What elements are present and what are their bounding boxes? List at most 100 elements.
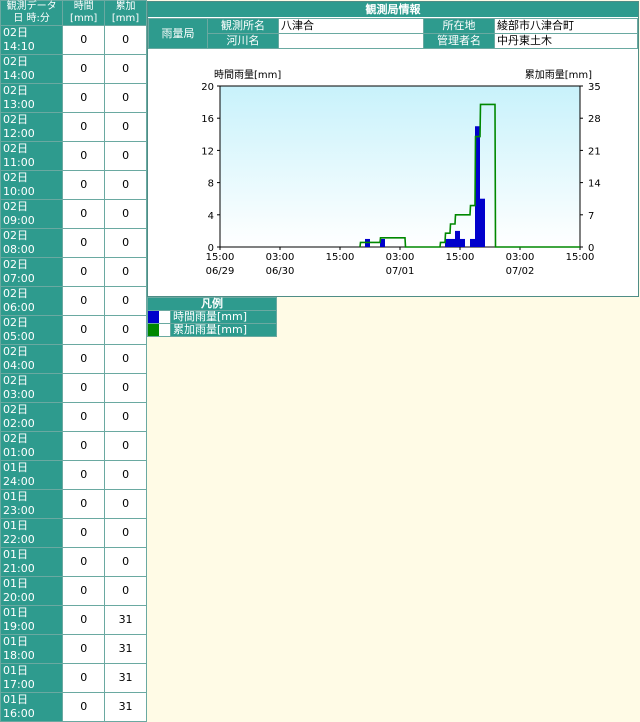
y-left-tick-label: 20 bbox=[201, 82, 214, 93]
row-datetime: 02日 08:00 bbox=[0, 228, 64, 258]
table-row: 02日 14:10 0 0 bbox=[0, 25, 147, 55]
row-datetime: 02日 06:00 bbox=[0, 286, 64, 316]
row-datetime: 02日 07:00 bbox=[0, 257, 64, 287]
row-cumulative: 0 bbox=[104, 315, 147, 345]
row-hourly: 0 bbox=[62, 286, 106, 316]
legend-label-cumulative: 累加雨量[mm] bbox=[170, 323, 277, 337]
row-cumulative: 0 bbox=[104, 170, 147, 200]
row-datetime: 02日 05:00 bbox=[0, 315, 64, 345]
y-left-axis-label: 時間雨量[mm] bbox=[214, 69, 281, 81]
row-cumulative: 0 bbox=[104, 199, 147, 229]
river-name bbox=[278, 33, 424, 49]
hourly-rain-bar bbox=[470, 238, 475, 247]
table-row: 01日 18:00 0 31 bbox=[0, 634, 147, 664]
row-hourly: 0 bbox=[62, 112, 106, 142]
row-datetime: 02日 14:10 bbox=[0, 25, 64, 55]
station-info-panel: 観測局情報 雨量局 観測所名 八津合 所在地 綾部市八津合町 河川名 管理者名 … bbox=[147, 1, 639, 297]
table-row: 01日 24:00 0 0 bbox=[0, 460, 147, 490]
row-hourly: 0 bbox=[62, 83, 106, 113]
table-header-row: 観測データ 日 時:分 時間 [mm] 累加 [mm] bbox=[0, 0, 147, 26]
panel-title: 観測局情報 bbox=[148, 2, 638, 17]
row-hourly: 0 bbox=[62, 489, 106, 519]
station-name: 八津合 bbox=[278, 18, 424, 34]
legend-swatch-cumulative bbox=[147, 323, 171, 337]
table-row: 02日 05:00 0 0 bbox=[0, 315, 147, 345]
row-hourly: 0 bbox=[62, 460, 106, 490]
y-left-tick-label: 8 bbox=[208, 179, 214, 190]
row-cumulative: 0 bbox=[104, 141, 147, 171]
row-hourly: 0 bbox=[62, 170, 106, 200]
legend: 凡例 時間雨量[mm] 累加雨量[mm] bbox=[147, 297, 277, 337]
row-hourly: 0 bbox=[62, 547, 106, 577]
x-tick-date-label: 07/02 bbox=[506, 266, 535, 277]
hourly-rain-bar bbox=[460, 238, 465, 247]
row-datetime: 01日 23:00 bbox=[0, 489, 64, 519]
row-cumulative: 0 bbox=[104, 489, 147, 519]
label-location: 所在地 bbox=[423, 18, 495, 34]
y-right-axis-label: 累加雨量[mm] bbox=[525, 69, 592, 81]
row-datetime: 01日 21:00 bbox=[0, 547, 64, 577]
x-tick-label: 03:00 bbox=[506, 252, 535, 263]
y-right-tick-label: 14 bbox=[588, 179, 601, 190]
table-row: 01日 20:00 0 0 bbox=[0, 576, 147, 606]
station-info-table: 雨量局 観測所名 八津合 所在地 綾部市八津合町 河川名 管理者名 中丹東土木 bbox=[148, 18, 638, 49]
table-row: 02日 06:00 0 0 bbox=[0, 286, 147, 316]
row-datetime: 02日 03:00 bbox=[0, 373, 64, 403]
manager: 中丹東土木 bbox=[494, 33, 638, 49]
row-cumulative: 0 bbox=[104, 257, 147, 287]
row-cumulative: 0 bbox=[104, 344, 147, 374]
hourly-rain-bar bbox=[480, 198, 485, 247]
header-hourly: 時間 [mm] bbox=[62, 0, 106, 26]
label-river: 河川名 bbox=[207, 33, 279, 49]
y-left-tick-label: 12 bbox=[201, 146, 214, 157]
table-row: 02日 12:00 0 0 bbox=[0, 112, 147, 142]
row-cumulative: 0 bbox=[104, 228, 147, 258]
x-tick-label: 15:00 bbox=[326, 252, 355, 263]
row-hourly: 0 bbox=[62, 692, 106, 722]
row-cumulative: 0 bbox=[104, 431, 147, 461]
row-hourly: 0 bbox=[62, 344, 106, 374]
row-hourly: 0 bbox=[62, 634, 106, 664]
header-hourly-label: 時間 [mm] bbox=[70, 1, 98, 24]
row-datetime: 01日 16:00 bbox=[0, 692, 64, 722]
row-datetime: 01日 17:00 bbox=[0, 663, 64, 693]
row-hourly: 0 bbox=[62, 141, 106, 171]
row-cumulative: 0 bbox=[104, 373, 147, 403]
row-cumulative: 31 bbox=[104, 634, 147, 664]
legend-label-hourly: 時間雨量[mm] bbox=[170, 310, 277, 324]
hourly-rain-bar bbox=[450, 238, 455, 247]
row-hourly: 0 bbox=[62, 54, 106, 84]
table-row: 02日 11:00 0 0 bbox=[0, 141, 147, 171]
observation-table: 観測データ 日 時:分 時間 [mm] 累加 [mm] 02日 14:10 0 0 0… bbox=[0, 0, 147, 722]
row-hourly: 0 bbox=[62, 431, 106, 461]
y-right-tick-label: 7 bbox=[588, 211, 594, 222]
table-row: 01日 21:00 0 0 bbox=[0, 547, 147, 577]
x-tick-label: 03:00 bbox=[386, 252, 415, 263]
row-cumulative: 0 bbox=[104, 112, 147, 142]
row-cumulative: 0 bbox=[104, 25, 147, 55]
table-row: 02日 13:00 0 0 bbox=[0, 83, 147, 113]
label-manager: 管理者名 bbox=[423, 33, 495, 49]
row-cumulative: 31 bbox=[104, 605, 147, 635]
table-row: 01日 17:00 0 31 bbox=[0, 663, 147, 693]
row-cumulative: 31 bbox=[104, 663, 147, 693]
x-tick-date-label: 06/29 bbox=[206, 266, 235, 277]
row-hourly: 0 bbox=[62, 315, 106, 345]
row-hourly: 0 bbox=[62, 402, 106, 432]
y-left-tick-label: 4 bbox=[208, 211, 214, 222]
plot-area bbox=[219, 85, 581, 248]
location: 綾部市八津合町 bbox=[494, 18, 638, 34]
table-row: 01日 16:00 0 31 bbox=[0, 692, 147, 722]
row-datetime: 02日 14:00 bbox=[0, 54, 64, 84]
row-hourly: 0 bbox=[62, 576, 106, 606]
row-hourly: 0 bbox=[62, 663, 106, 693]
row-datetime: 02日 01:00 bbox=[0, 431, 64, 461]
row-hourly: 0 bbox=[62, 25, 106, 55]
row-hourly: 0 bbox=[62, 605, 106, 635]
table-row: 02日 08:00 0 0 bbox=[0, 228, 147, 258]
table-row: 02日 03:00 0 0 bbox=[0, 373, 147, 403]
row-cumulative: 0 bbox=[104, 518, 147, 548]
station-type: 雨量局 bbox=[148, 18, 208, 49]
y-left-tick-label: 16 bbox=[201, 114, 214, 125]
row-cumulative: 0 bbox=[104, 286, 147, 316]
